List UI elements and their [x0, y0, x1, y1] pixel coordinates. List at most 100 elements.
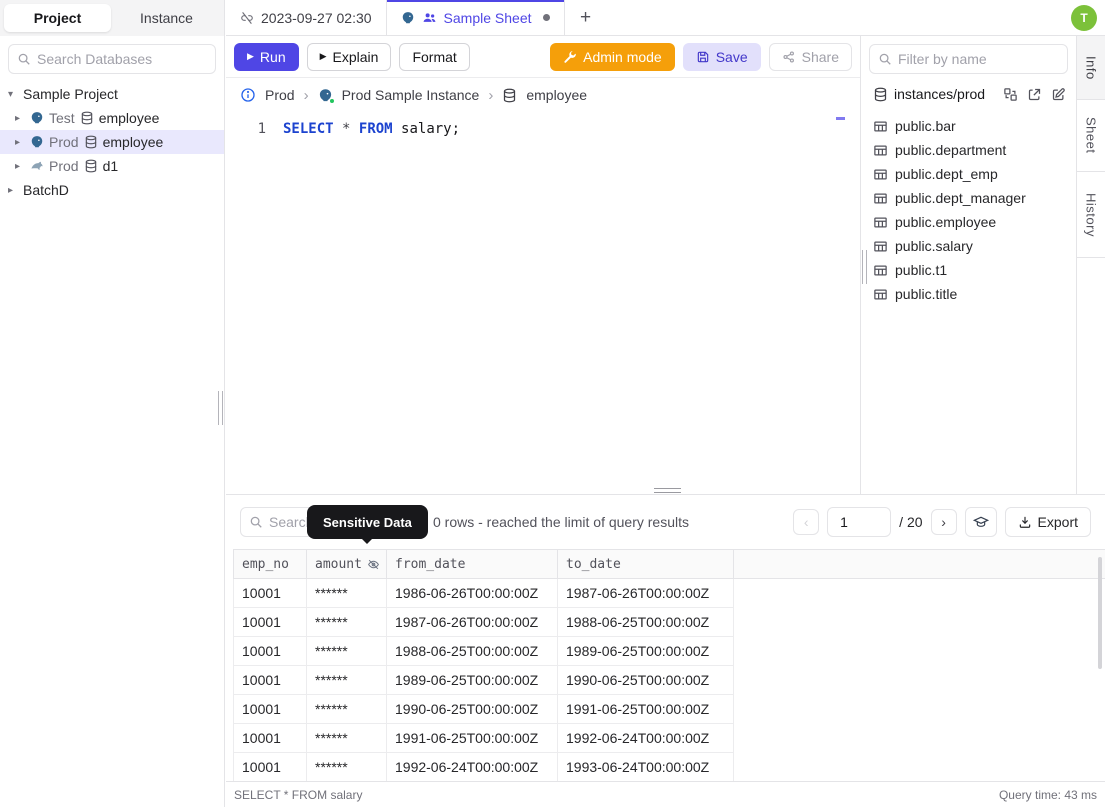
- format-button[interactable]: Format: [399, 42, 470, 71]
- tree-item-batchd[interactable]: ▸ BatchD: [0, 178, 224, 202]
- tab-info[interactable]: Info: [1077, 36, 1105, 100]
- table-list-item[interactable]: public.title: [861, 282, 1076, 306]
- cell-from-date: 1990-06-25T00:00:00Z: [387, 695, 558, 723]
- explain-button[interactable]: ▶ Explain: [306, 42, 392, 71]
- table-list-item[interactable]: public.bar: [861, 114, 1076, 138]
- database-label: d1: [102, 158, 119, 174]
- tree-item-prod-d1[interactable]: ▸ Prod d1: [0, 154, 224, 178]
- connection-name: instances/prod: [894, 86, 986, 102]
- table-list-item[interactable]: public.salary: [861, 234, 1076, 258]
- table-list-item[interactable]: public.dept_manager: [861, 186, 1076, 210]
- cell-emp-no: 10001: [234, 666, 307, 694]
- share-label: Share: [801, 48, 839, 65]
- column-header-from-date[interactable]: from_date: [387, 550, 558, 578]
- results-scrollbar[interactable]: [1098, 557, 1102, 669]
- chevron-right-icon: ›: [303, 86, 309, 104]
- table-name: public.dept_manager: [895, 190, 1026, 206]
- cell-from-date: 1992-06-24T00:00:00Z: [387, 753, 558, 781]
- cell-from-date: 1991-06-25T00:00:00Z: [387, 724, 558, 752]
- run-label: Run: [259, 48, 286, 65]
- tab-sheet[interactable]: Sheet: [1077, 100, 1105, 172]
- caret-right-icon[interactable]: ▸: [15, 113, 25, 124]
- sql-editor[interactable]: 1 SELECT * FROM salary;: [226, 112, 860, 494]
- cell-amount-masked: ******: [307, 579, 387, 607]
- admin-mode-button[interactable]: Admin mode: [550, 42, 675, 71]
- table-list: public.bar public.department public.dept…: [861, 106, 1076, 306]
- caret-down-icon[interactable]: ▾: [8, 89, 18, 100]
- panel-resize-handle[interactable]: [654, 488, 681, 493]
- database-search[interactable]: [8, 44, 216, 74]
- cell-emp-no: 10001: [234, 579, 307, 607]
- table-name: public.dept_emp: [895, 166, 998, 182]
- postgresql-icon: [31, 136, 43, 148]
- table-row[interactable]: 10001 ****** 1992-06-24T00:00:00Z 1993-0…: [233, 753, 734, 782]
- user-avatar[interactable]: T: [1071, 5, 1097, 31]
- environment-label: Prod: [49, 134, 79, 150]
- table-filter[interactable]: [869, 44, 1068, 74]
- results-grid: emp_no amount from_date to_date 10001 **…: [233, 549, 1105, 782]
- tab-history[interactable]: History: [1077, 172, 1105, 258]
- caret-right-icon[interactable]: ▸: [15, 161, 25, 172]
- sql-editor-app: Project Instance ▾ Sample Project ▸ Test…: [0, 0, 1105, 807]
- search-icon: [250, 516, 262, 528]
- right-sidebar-resize-handle[interactable]: [862, 250, 867, 284]
- breadcrumb-database[interactable]: employee: [526, 87, 587, 103]
- tab-project[interactable]: Project: [4, 4, 111, 32]
- code-content: SELECT * FROM salary;: [266, 121, 460, 137]
- run-button[interactable]: ▶ Run: [234, 42, 299, 71]
- table-list-item[interactable]: public.dept_emp: [861, 162, 1076, 186]
- table-icon: [874, 193, 887, 203]
- sheet-tab-sample-sheet[interactable]: Sample Sheet: [387, 0, 565, 35]
- table-row[interactable]: 10001 ****** 1990-06-25T00:00:00Z 1991-0…: [233, 695, 734, 724]
- table-row[interactable]: 10001 ****** 1988-06-25T00:00:00Z 1989-0…: [233, 637, 734, 666]
- table-list-item[interactable]: public.department: [861, 138, 1076, 162]
- breadcrumb-instance[interactable]: Prod Sample Instance: [342, 87, 480, 103]
- table-name: public.department: [895, 142, 1007, 158]
- schema-diagram-icon[interactable]: [1003, 87, 1018, 102]
- caret-right-icon[interactable]: ▸: [15, 137, 25, 148]
- info-icon[interactable]: [240, 87, 256, 103]
- query-time: Query time: 43 ms: [998, 787, 1097, 802]
- table-row[interactable]: 10001 ****** 1989-06-25T00:00:00Z 1990-0…: [233, 666, 734, 695]
- table-filter-input[interactable]: [898, 51, 1059, 67]
- column-header-emp-no[interactable]: emp_no: [234, 550, 307, 578]
- tree-item-prod-employee[interactable]: ▸ Prod employee: [0, 130, 224, 154]
- save-button[interactable]: Save: [682, 42, 761, 71]
- column-header-amount[interactable]: amount: [307, 550, 387, 578]
- share-button[interactable]: Share: [768, 42, 852, 71]
- cell-amount-masked: ******: [307, 753, 387, 781]
- sidebar-resize-handle[interactable]: [218, 391, 223, 425]
- column-header-to-date[interactable]: to_date: [558, 550, 734, 578]
- table-list-item[interactable]: public.employee: [861, 210, 1076, 234]
- tab-instance[interactable]: Instance: [113, 4, 220, 32]
- external-link-icon[interactable]: [1027, 87, 1042, 102]
- save-icon: [697, 51, 708, 62]
- table-name: public.employee: [895, 214, 997, 230]
- tree-item-test-employee[interactable]: ▸ Test employee: [0, 106, 224, 130]
- mask-data-button[interactable]: [964, 507, 997, 537]
- cell-amount-masked: ******: [307, 666, 387, 694]
- next-page-button[interactable]: ›: [930, 509, 957, 535]
- table-name: public.title: [895, 286, 958, 302]
- table-row[interactable]: 10001 ****** 1986-06-26T00:00:00Z 1987-0…: [233, 579, 734, 608]
- prev-page-button[interactable]: ‹: [793, 509, 820, 535]
- grid-header: emp_no amount from_date to_date: [233, 549, 1105, 579]
- cell-amount-masked: ******: [307, 637, 387, 665]
- sensitive-data-tooltip: Sensitive Data: [307, 505, 428, 544]
- postgresql-icon: [31, 112, 43, 124]
- table-row[interactable]: 10001 ****** 1987-06-26T00:00:00Z 1988-0…: [233, 608, 734, 637]
- page-number-input[interactable]: [827, 507, 892, 537]
- new-sheet-button[interactable]: +: [565, 0, 607, 35]
- edit-icon[interactable]: [1051, 87, 1066, 102]
- caret-right-icon[interactable]: ▸: [8, 185, 18, 196]
- table-list-item[interactable]: public.t1: [861, 258, 1076, 282]
- database-search-input[interactable]: [37, 51, 207, 67]
- export-button[interactable]: Export: [1004, 507, 1091, 537]
- breadcrumb-environment[interactable]: Prod: [265, 87, 295, 103]
- connection-row: instances/prod: [861, 82, 1076, 106]
- table-row[interactable]: 10001 ****** 1991-06-25T00:00:00Z 1992-0…: [233, 724, 734, 753]
- sheet-tab-label: Sample Sheet: [443, 9, 532, 26]
- database-icon: [85, 135, 96, 149]
- tree-item-sample-project[interactable]: ▾ Sample Project: [0, 82, 224, 106]
- sheet-tab-timestamp[interactable]: 2023-09-27 02:30: [226, 0, 387, 35]
